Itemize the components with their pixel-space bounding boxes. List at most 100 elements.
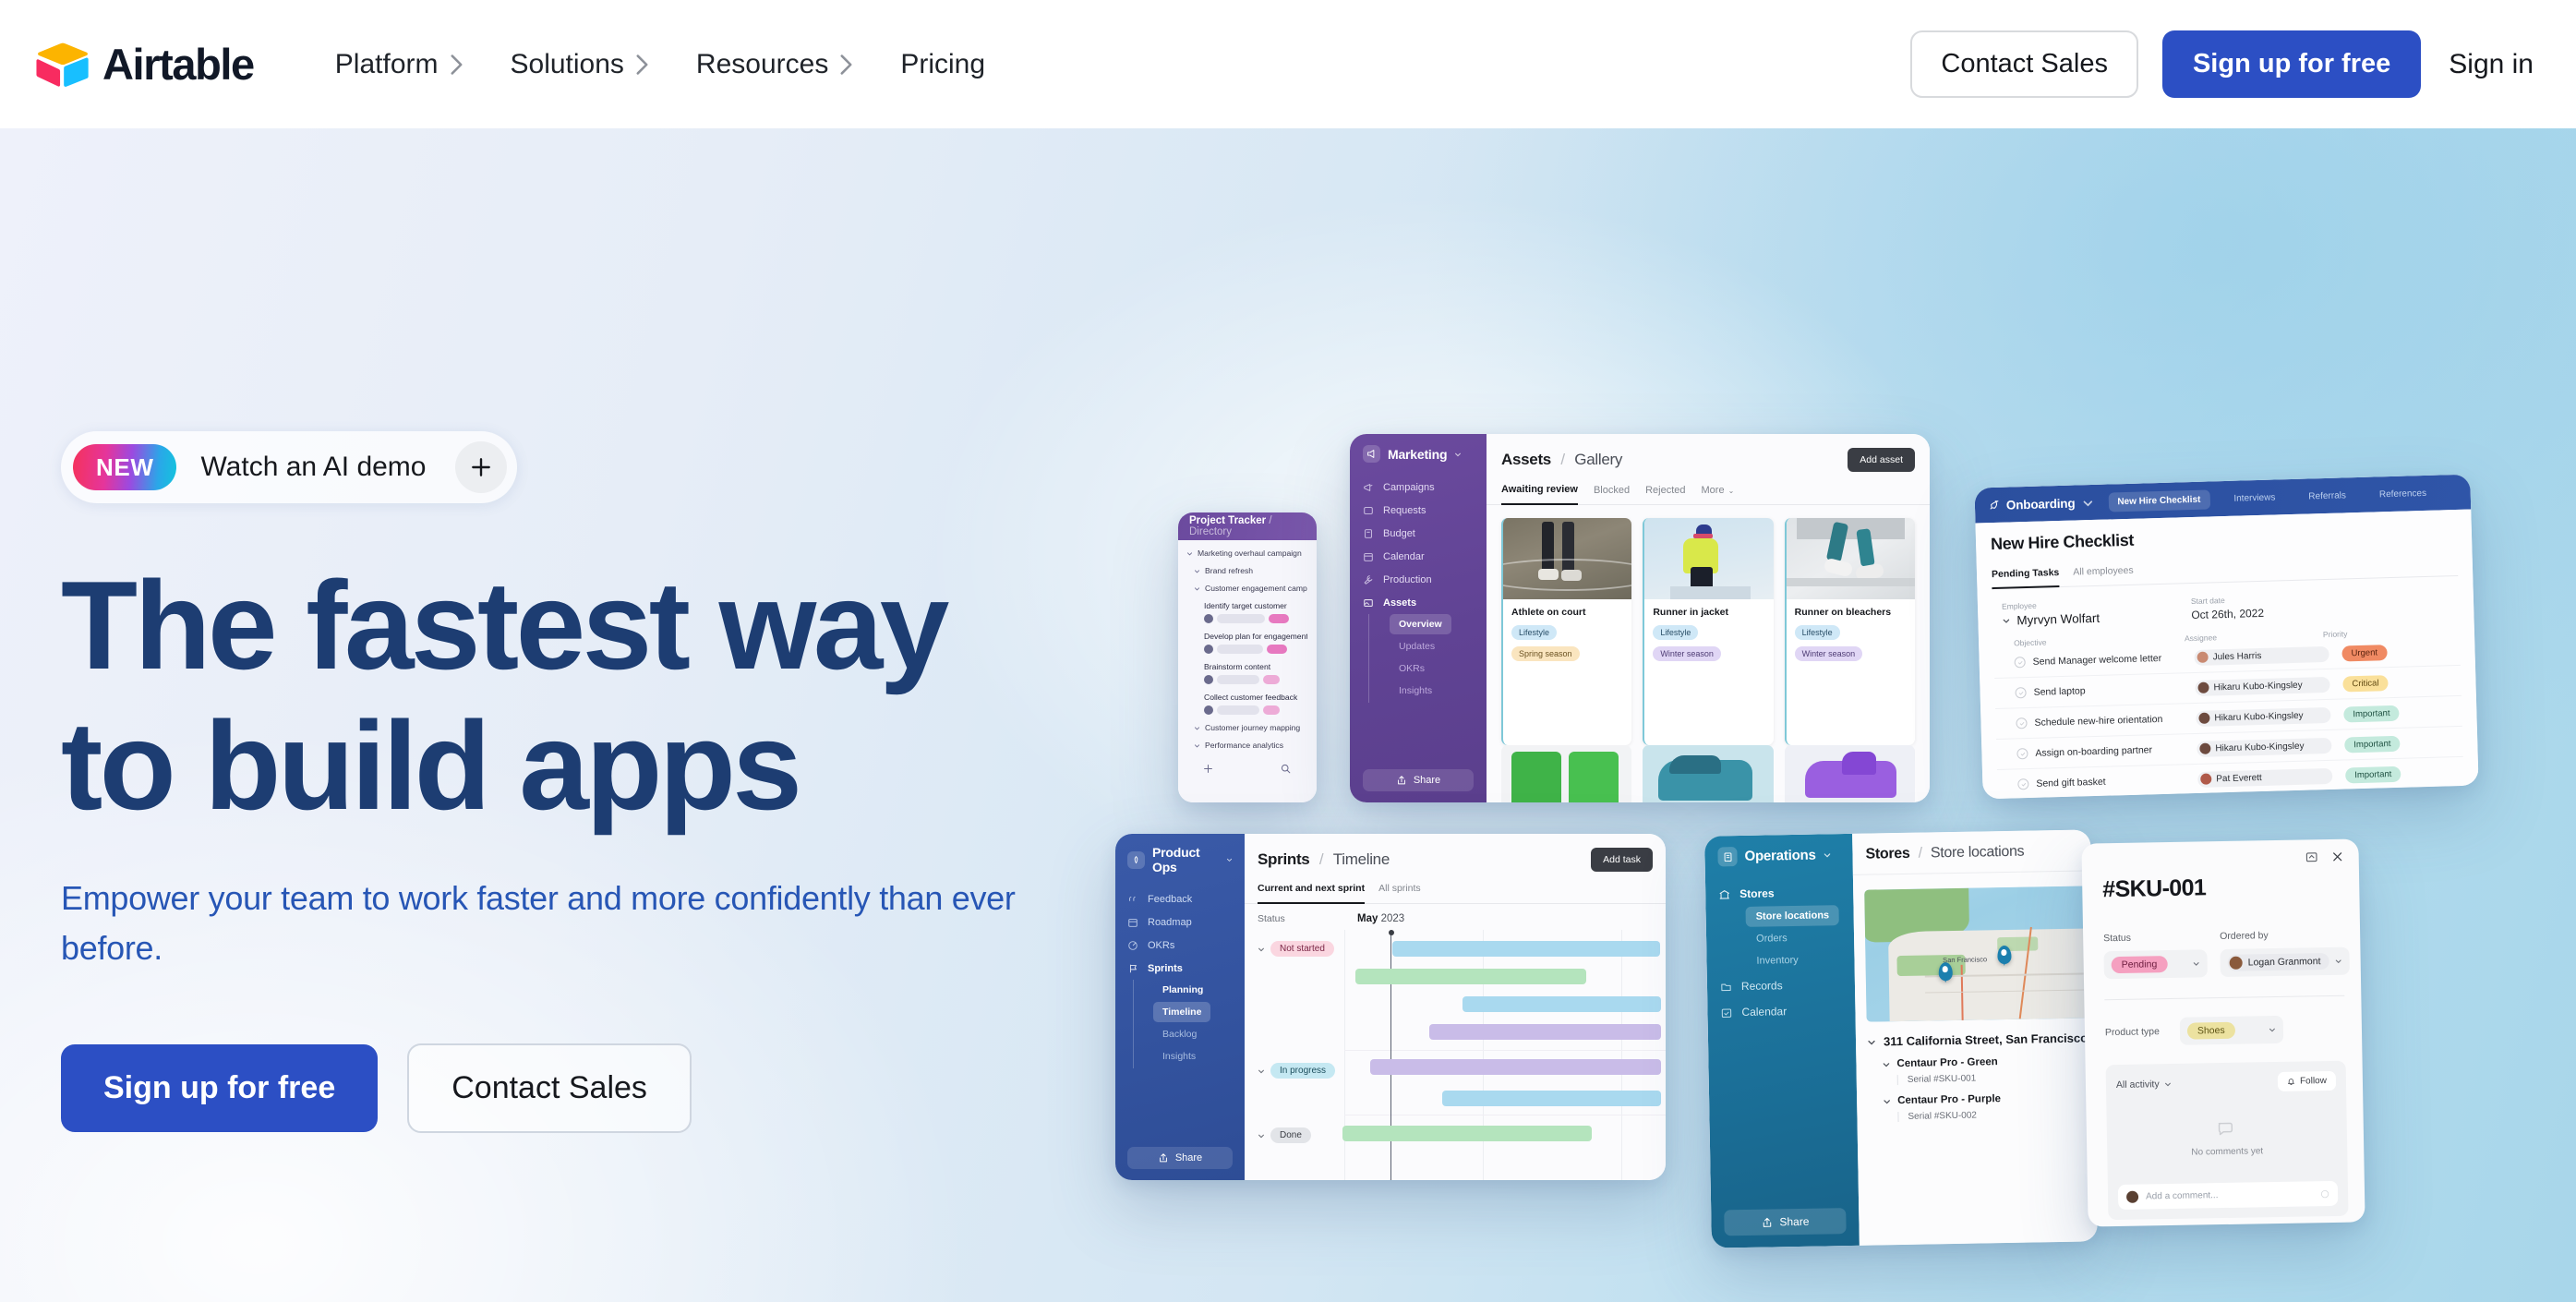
assignee-chip[interactable]: Pat Everett	[2197, 767, 2333, 788]
checkbox[interactable]	[2017, 778, 2029, 790]
gantt-bar[interactable]	[1342, 1126, 1592, 1141]
asset-card[interactable]: Athlete on court Lifestyle Spring season	[1501, 518, 1632, 745]
nav-item-resources[interactable]: Resources	[672, 38, 876, 91]
tree-group[interactable]: Performance analytics	[1186, 741, 1307, 750]
asset-card[interactable]: Runner on bleachers Lifestyle Winter sea…	[1784, 518, 1915, 745]
sidebar-item-assets[interactable]: Assets	[1350, 591, 1487, 614]
expand-icon[interactable]	[2305, 850, 2318, 863]
status-group-in-progress[interactable]: In progress	[1258, 1063, 1336, 1079]
search-icon[interactable]	[1281, 764, 1291, 774]
add-asset-button[interactable]: Add asset	[1848, 448, 1915, 472]
subnav-item-insights[interactable]: Insights	[1390, 681, 1441, 701]
tree-group[interactable]: Marketing overhaul campaign	[1186, 549, 1307, 558]
asset-thumbnail[interactable]	[1501, 745, 1632, 802]
tab-awaiting-review[interactable]: Awaiting review	[1501, 484, 1578, 505]
tab-all-sprints[interactable]: All sprints	[1378, 883, 1421, 903]
assignee-chip[interactable]: Hikaru Kubo-Kingsley	[2197, 737, 2332, 757]
sidebar-item-roadmap[interactable]: Roadmap	[1115, 910, 1245, 934]
assignee-chip[interactable]: Jules Harris	[2194, 645, 2329, 666]
subnav-item-backlog[interactable]: Backlog	[1153, 1024, 1206, 1044]
share-button[interactable]: Share	[1363, 769, 1474, 791]
subnav-item-inventory[interactable]: Inventory	[1746, 950, 1809, 971]
subnav-item-okrs[interactable]: OKRs	[1390, 658, 1434, 679]
close-icon[interactable]	[2331, 850, 2344, 863]
signin-link[interactable]: Sign in	[2445, 49, 2534, 80]
plus-icon[interactable]	[1203, 764, 1213, 774]
share-button[interactable]: Share	[1724, 1208, 1847, 1236]
sidebar-item-production[interactable]: Production	[1350, 568, 1487, 591]
subnav-item-timeline[interactable]: Timeline	[1153, 1002, 1211, 1022]
subnav-item-insights[interactable]: Insights	[1153, 1046, 1205, 1067]
sidebar-item-sprints[interactable]: Sprints	[1115, 957, 1245, 980]
activity-filter[interactable]: All activity	[2116, 1078, 2172, 1091]
gantt-bar[interactable]	[1463, 996, 1661, 1012]
assignee-chip[interactable]: Hikaru Kubo-Kingsley	[2195, 676, 2330, 696]
tab-current-next-sprint[interactable]: Current and next sprint	[1258, 883, 1366, 904]
assignee-chip[interactable]: Hikaru Kubo-Kingsley	[2196, 706, 2331, 727]
orderedby-select[interactable]: Logan Granmont	[2220, 946, 2350, 978]
tab-references[interactable]: References	[2370, 483, 2437, 504]
subnav-item-planning[interactable]: Planning	[1153, 980, 1212, 1000]
sidebar-item-requests[interactable]: Requests	[1350, 499, 1487, 522]
checkbox[interactable]	[2016, 748, 2028, 760]
asset-thumbnail[interactable]	[1784, 745, 1915, 802]
product-row[interactable]: Centaur Pro - Green	[1882, 1055, 2094, 1069]
producttype-select[interactable]: Shoes	[2179, 1015, 2284, 1045]
nav-item-platform[interactable]: Platform	[311, 38, 487, 91]
subnav-item-updates[interactable]: Updates	[1390, 636, 1444, 657]
sidebar-item-campaigns[interactable]: Campaigns	[1350, 476, 1487, 499]
subnav-item-store-locations[interactable]: Store locations	[1745, 905, 1840, 927]
follow-button[interactable]: Follow	[2277, 1070, 2337, 1091]
list-item[interactable]: Brainstorm content	[1186, 662, 1307, 684]
asset-card[interactable]: Runner in jacket Lifestyle Winter season	[1643, 518, 1774, 745]
subnav-item-orders[interactable]: Orders	[1746, 928, 1798, 949]
add-comment-input[interactable]: Add a comment...	[2117, 1180, 2339, 1211]
contact-sales-button[interactable]: Contact Sales	[1910, 30, 2138, 98]
gantt-bar[interactable]	[1429, 1024, 1661, 1040]
tab-interviews[interactable]: Interviews	[2224, 488, 2285, 509]
workspace-switcher[interactable]: Marketing	[1350, 445, 1487, 476]
gantt-bar[interactable]	[1355, 969, 1586, 984]
list-item[interactable]: Develop plan for engagement	[1186, 632, 1307, 654]
signup-button[interactable]: Sign up for free	[2161, 30, 2422, 98]
subnav-item-overview[interactable]: Overview	[1390, 614, 1451, 634]
workspace-switcher[interactable]: Product Ops	[1115, 845, 1245, 887]
tab-more[interactable]: More ⌄	[1702, 485, 1735, 504]
gantt-bar[interactable]	[1442, 1091, 1661, 1106]
add-task-button[interactable]: Add task	[1591, 848, 1653, 872]
sidebar-item-calendar[interactable]: Calendar	[1707, 997, 1855, 1026]
sidebar-item-feedback[interactable]: Feedback	[1115, 887, 1245, 910]
workspace-switcher[interactable]: Onboarding	[1988, 495, 2094, 512]
checkbox[interactable]	[2014, 657, 2026, 669]
sidebar-item-calendar[interactable]: Calendar	[1350, 545, 1487, 568]
tab-rejected[interactable]: Rejected	[1645, 485, 1685, 504]
tree-group[interactable]: Customer journey mapping	[1186, 723, 1307, 732]
tab-all-employees[interactable]: All employees	[2073, 565, 2134, 586]
checkbox[interactable]	[2016, 717, 2028, 729]
emoji-icon[interactable]	[2320, 1189, 2329, 1199]
sidebar-item-records[interactable]: Records	[1707, 971, 1855, 1000]
sidebar-item-budget[interactable]: Budget	[1350, 522, 1487, 545]
status-select[interactable]: Pending	[2103, 949, 2208, 980]
product-row[interactable]: Centaur Pro - Purple	[1883, 1091, 2095, 1106]
tab-referrals[interactable]: Referrals	[2299, 486, 2355, 507]
tree-group[interactable]: Brand refresh	[1186, 566, 1307, 575]
tab-pending-tasks[interactable]: Pending Tasks	[1991, 567, 2060, 590]
gantt-bar[interactable]	[1370, 1059, 1661, 1075]
gantt-bar[interactable]	[1392, 941, 1660, 957]
list-item[interactable]: Collect customer feedback	[1186, 693, 1307, 715]
airtable-logo-link[interactable]: Airtable	[35, 42, 255, 88]
workspace-switcher[interactable]: Operations	[1704, 845, 1853, 882]
store-locations-map[interactable]: San Francisco	[1864, 886, 2094, 1022]
share-button[interactable]: Share	[1127, 1147, 1233, 1169]
status-group-done[interactable]: Done	[1258, 1127, 1311, 1143]
tree-group[interactable]: Customer engagement campaign	[1186, 584, 1307, 593]
tab-new-hire-checklist[interactable]: New Hire Checklist	[2108, 488, 2210, 512]
list-item[interactable]: Identify target customer	[1186, 601, 1307, 623]
sidebar-item-stores[interactable]: Stores	[1705, 879, 1853, 908]
checkbox[interactable]	[2015, 687, 2027, 699]
employee-name[interactable]: Myrvyn Wolfart	[2002, 609, 2191, 628]
asset-thumbnail[interactable]	[1643, 745, 1774, 802]
tab-blocked[interactable]: Blocked	[1594, 485, 1630, 504]
status-group-not-started[interactable]: Not started	[1258, 941, 1334, 957]
